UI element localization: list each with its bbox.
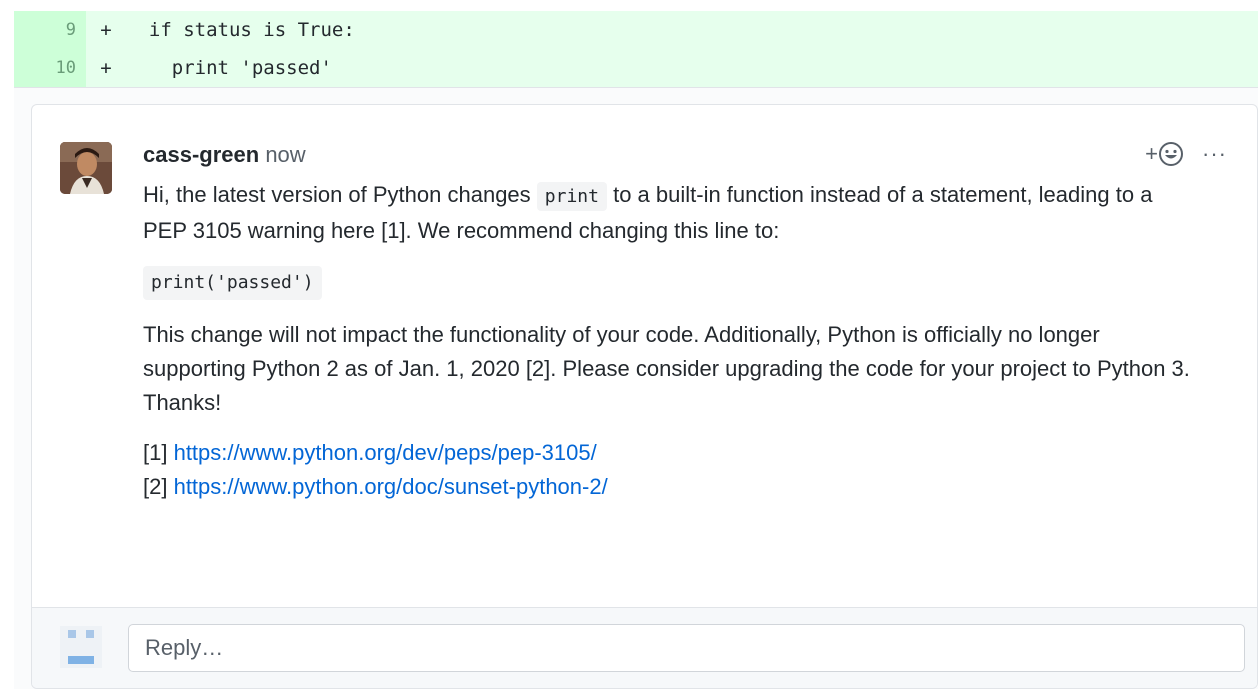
reference-link-pep-3105[interactable]: https://www.python.org/dev/peps/pep-3105…	[174, 440, 597, 465]
code-text: if status is True:	[126, 19, 355, 41]
avatar[interactable]	[60, 142, 112, 194]
paragraph-text: Hi, the latest version of Python changes	[143, 182, 537, 207]
code-content: + if status is True:	[86, 11, 1258, 49]
reference-label: [1]	[143, 440, 174, 465]
review-thread: + ··· cass-green now Hi, the latest vers…	[31, 104, 1258, 689]
reply-input[interactable]: Reply…	[128, 624, 1245, 672]
avatar-image	[60, 142, 112, 194]
author-link[interactable]: cass-green	[143, 142, 259, 167]
reference-list: [1] https://www.python.org/dev/peps/pep-…	[143, 436, 1197, 504]
reply-bar: Reply…	[32, 607, 1257, 688]
comment-timestamp[interactable]: now	[265, 142, 305, 167]
code-snippet: print('passed')	[143, 266, 322, 300]
comment-text: Hi, the latest version of Python changes…	[143, 178, 1197, 504]
inline-code: print	[536, 182, 607, 211]
identicon-icon	[60, 626, 102, 668]
comment-header: cass-green now	[143, 142, 1197, 172]
diff-add-marker: +	[100, 57, 112, 79]
reference-link-sunset-python-2[interactable]: https://www.python.org/doc/sunset-python…	[174, 474, 608, 499]
line-number[interactable]: 9	[14, 11, 86, 49]
code-content: + print 'passed'	[86, 49, 1258, 87]
reference-label: [2]	[143, 474, 174, 499]
comment-paragraph: Hi, the latest version of Python changes…	[143, 178, 1197, 248]
diff-add-marker: +	[100, 19, 112, 41]
inline-comment-container: + ··· cass-green now Hi, the latest vers…	[14, 87, 1258, 689]
comment: cass-green now Hi, the latest version of…	[143, 142, 1197, 504]
code-text: print 'passed'	[126, 57, 332, 79]
line-number[interactable]: 10	[14, 49, 86, 87]
more-options-icon[interactable]: ···	[1202, 141, 1227, 167]
diff-line-9: 9 + if status is True:	[14, 11, 1258, 49]
diff-line-10: 10 + print 'passed'	[14, 49, 1258, 87]
current-user-avatar	[60, 626, 102, 668]
comment-paragraph: This change will not impact the function…	[143, 322, 1190, 415]
